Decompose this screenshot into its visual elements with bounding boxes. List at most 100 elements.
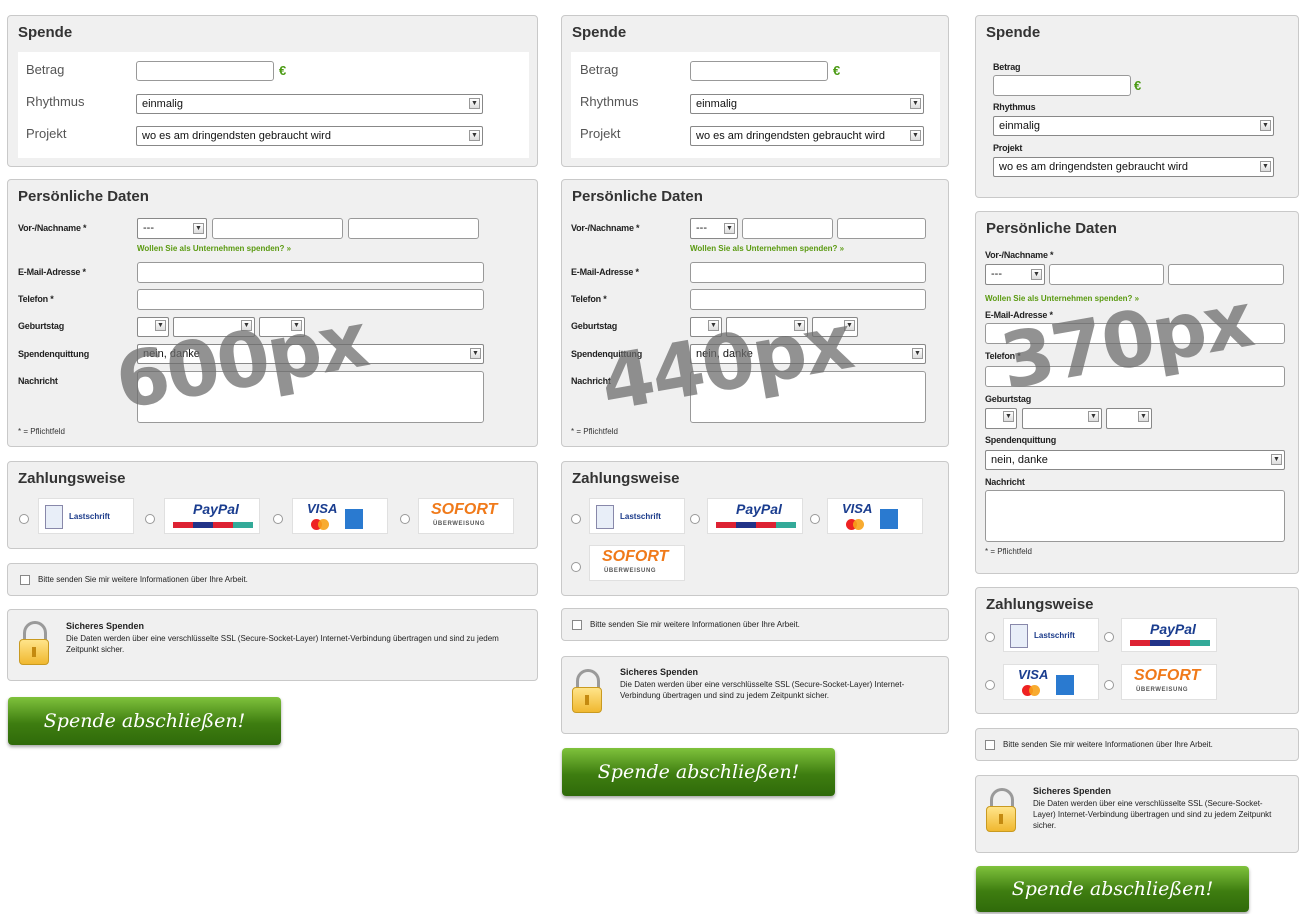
salutation-value: --- bbox=[696, 222, 707, 234]
birthday-month-select[interactable]: ▼ bbox=[1022, 408, 1102, 429]
projekt-select[interactable]: wo es am dringendsten gebraucht wird ▼ bbox=[690, 126, 924, 146]
lastschrift-logo[interactable]: Lastschrift bbox=[38, 498, 134, 534]
projekt-label: Projekt bbox=[26, 126, 67, 141]
amex-icon bbox=[345, 509, 363, 529]
email-input[interactable] bbox=[690, 262, 926, 283]
rhythmus-select[interactable]: einmalig ▼ bbox=[993, 116, 1274, 136]
security-text: Die Daten werden über eine verschlüsselt… bbox=[66, 634, 499, 654]
chevron-down-icon: ▼ bbox=[470, 348, 481, 359]
name-label: Vor-/Nachname * bbox=[571, 223, 640, 233]
sofort-sub: ÜBERWEISUNG bbox=[1136, 687, 1189, 693]
required-note: * = Pflichtfeld bbox=[571, 427, 618, 436]
payment-panel: Zahlungsweise Lastschrift PayPal VISA SO… bbox=[7, 461, 538, 549]
paypal-text: PayPal bbox=[736, 501, 782, 517]
visa-logo[interactable]: VISA bbox=[292, 498, 388, 534]
personal-title: Persönliche Daten bbox=[18, 188, 149, 205]
name-label: Vor-/Nachname * bbox=[18, 223, 87, 233]
firstname-input[interactable] bbox=[212, 218, 343, 239]
spende-panel: Spende Betrag € Rhythmus einmalig ▼ Proj… bbox=[561, 15, 949, 167]
newsletter-label: Bitte senden Sie mir weitere Information… bbox=[38, 575, 248, 584]
lastschrift-logo[interactable]: Lastschrift bbox=[589, 498, 685, 534]
visa-text: VISA bbox=[1018, 667, 1049, 682]
betrag-input[interactable] bbox=[136, 61, 274, 81]
firstname-input[interactable] bbox=[742, 218, 833, 239]
padlock-icon bbox=[19, 621, 49, 665]
projekt-select[interactable]: wo es am dringendsten gebraucht wird ▼ bbox=[993, 157, 1274, 177]
currency-symbol: € bbox=[833, 63, 841, 78]
company-link[interactable]: Wollen Sie als Unternehmen spenden? » bbox=[690, 244, 844, 253]
email-label: E-Mail-Adresse * bbox=[571, 267, 639, 277]
projekt-label: Projekt bbox=[580, 126, 621, 141]
lastschrift-logo[interactable]: Lastschrift bbox=[1003, 618, 1099, 652]
salutation-select[interactable]: --- ▼ bbox=[137, 218, 207, 239]
radio-paypal[interactable] bbox=[145, 514, 155, 524]
birthday-day-select[interactable]: ▼ bbox=[985, 408, 1017, 429]
chevron-down-icon: ▼ bbox=[1003, 411, 1014, 422]
chevron-down-icon: ▼ bbox=[1138, 411, 1149, 422]
email-input[interactable] bbox=[137, 262, 484, 283]
salutation-select[interactable]: --- ▼ bbox=[985, 264, 1045, 285]
sofort-sub: ÜBERWEISUNG bbox=[604, 568, 657, 574]
newsletter-panel: Bitte senden Sie mir weitere Information… bbox=[7, 563, 538, 596]
salutation-select[interactable]: --- ▼ bbox=[690, 218, 738, 239]
radio-visa[interactable] bbox=[985, 680, 995, 690]
betrag-input[interactable] bbox=[690, 61, 828, 81]
visa-text: VISA bbox=[307, 501, 338, 516]
paypal-logo[interactable]: PayPal bbox=[1121, 618, 1217, 652]
newsletter-checkbox[interactable] bbox=[985, 740, 995, 750]
chevron-down-icon: ▼ bbox=[1260, 120, 1271, 131]
payment-panel: Zahlungsweise Lastschrift PayPal VISA SO… bbox=[561, 461, 949, 596]
chevron-down-icon: ▼ bbox=[1260, 161, 1271, 172]
radio-sofort[interactable] bbox=[571, 562, 581, 572]
projekt-value: wo es am dringendsten gebraucht wird bbox=[696, 130, 885, 142]
radio-sofort[interactable] bbox=[1104, 680, 1114, 690]
radio-paypal[interactable] bbox=[1104, 632, 1114, 642]
security-title: Sicheres Spenden bbox=[66, 621, 145, 631]
sofort-text: SOFORT bbox=[1134, 667, 1201, 684]
security-panel: Sicheres Spenden Die Daten werden über e… bbox=[7, 609, 538, 681]
newsletter-checkbox[interactable] bbox=[572, 620, 582, 630]
security-panel: Sicheres Spenden Die Daten werden über e… bbox=[975, 775, 1299, 853]
sofort-logo[interactable]: SOFORT ÜBERWEISUNG bbox=[1121, 664, 1217, 700]
radio-lastschrift[interactable] bbox=[571, 514, 581, 524]
paypal-logo[interactable]: PayPal bbox=[707, 498, 803, 534]
sofort-logo[interactable]: SOFORT ÜBERWEISUNG bbox=[589, 545, 685, 581]
currency-symbol: € bbox=[1134, 78, 1142, 93]
rhythmus-select[interactable]: einmalig ▼ bbox=[690, 94, 924, 114]
rhythmus-select[interactable]: einmalig ▼ bbox=[136, 94, 483, 114]
spende-panel: Spende Betrag € Rhythmus einmalig ▼ Proj… bbox=[975, 15, 1299, 198]
paypal-logo[interactable]: PayPal bbox=[164, 498, 260, 534]
lastname-input[interactable] bbox=[348, 218, 479, 239]
company-link[interactable]: Wollen Sie als Unternehmen spenden? » bbox=[137, 244, 291, 253]
radio-sofort[interactable] bbox=[400, 514, 410, 524]
chevron-down-icon: ▼ bbox=[910, 98, 921, 109]
betrag-input[interactable] bbox=[993, 75, 1131, 96]
newsletter-checkbox[interactable] bbox=[20, 575, 30, 585]
message-textarea[interactable] bbox=[985, 490, 1285, 542]
visa-logo[interactable]: VISA bbox=[1003, 664, 1099, 700]
receipt-select[interactable]: nein, danke ▼ bbox=[985, 450, 1285, 470]
birthday-year-select[interactable]: ▼ bbox=[1106, 408, 1152, 429]
radio-lastschrift[interactable] bbox=[19, 514, 29, 524]
receipt-label: Spendenquittung bbox=[985, 435, 1056, 445]
submit-button[interactable]: Spende abschließen! bbox=[976, 866, 1249, 912]
lastschrift-text: Lastschrift bbox=[69, 512, 110, 521]
sofort-logo[interactable]: SOFORT ÜBERWEISUNG bbox=[418, 498, 514, 534]
radio-paypal[interactable] bbox=[690, 514, 700, 524]
radio-visa[interactable] bbox=[273, 514, 283, 524]
spende-inner: Betrag € Rhythmus einmalig ▼ Projekt wo … bbox=[571, 52, 940, 158]
visa-text: VISA bbox=[842, 501, 873, 516]
security-text: Die Daten werden über eine verschlüsselt… bbox=[620, 680, 905, 700]
projekt-select[interactable]: wo es am dringendsten gebraucht wird ▼ bbox=[136, 126, 483, 146]
submit-button[interactable]: Spende abschließen! bbox=[562, 748, 835, 796]
rhythmus-value: einmalig bbox=[999, 120, 1040, 132]
firstname-input[interactable] bbox=[1049, 264, 1164, 285]
rhythmus-label: Rhythmus bbox=[580, 94, 639, 109]
betrag-label: Betrag bbox=[993, 62, 1021, 72]
submit-button[interactable]: Spende abschließen! bbox=[8, 697, 281, 745]
lastname-input[interactable] bbox=[837, 218, 926, 239]
radio-lastschrift[interactable] bbox=[985, 632, 995, 642]
visa-logo[interactable]: VISA bbox=[827, 498, 923, 534]
radio-visa[interactable] bbox=[810, 514, 820, 524]
chevron-down-icon: ▼ bbox=[1088, 411, 1099, 422]
